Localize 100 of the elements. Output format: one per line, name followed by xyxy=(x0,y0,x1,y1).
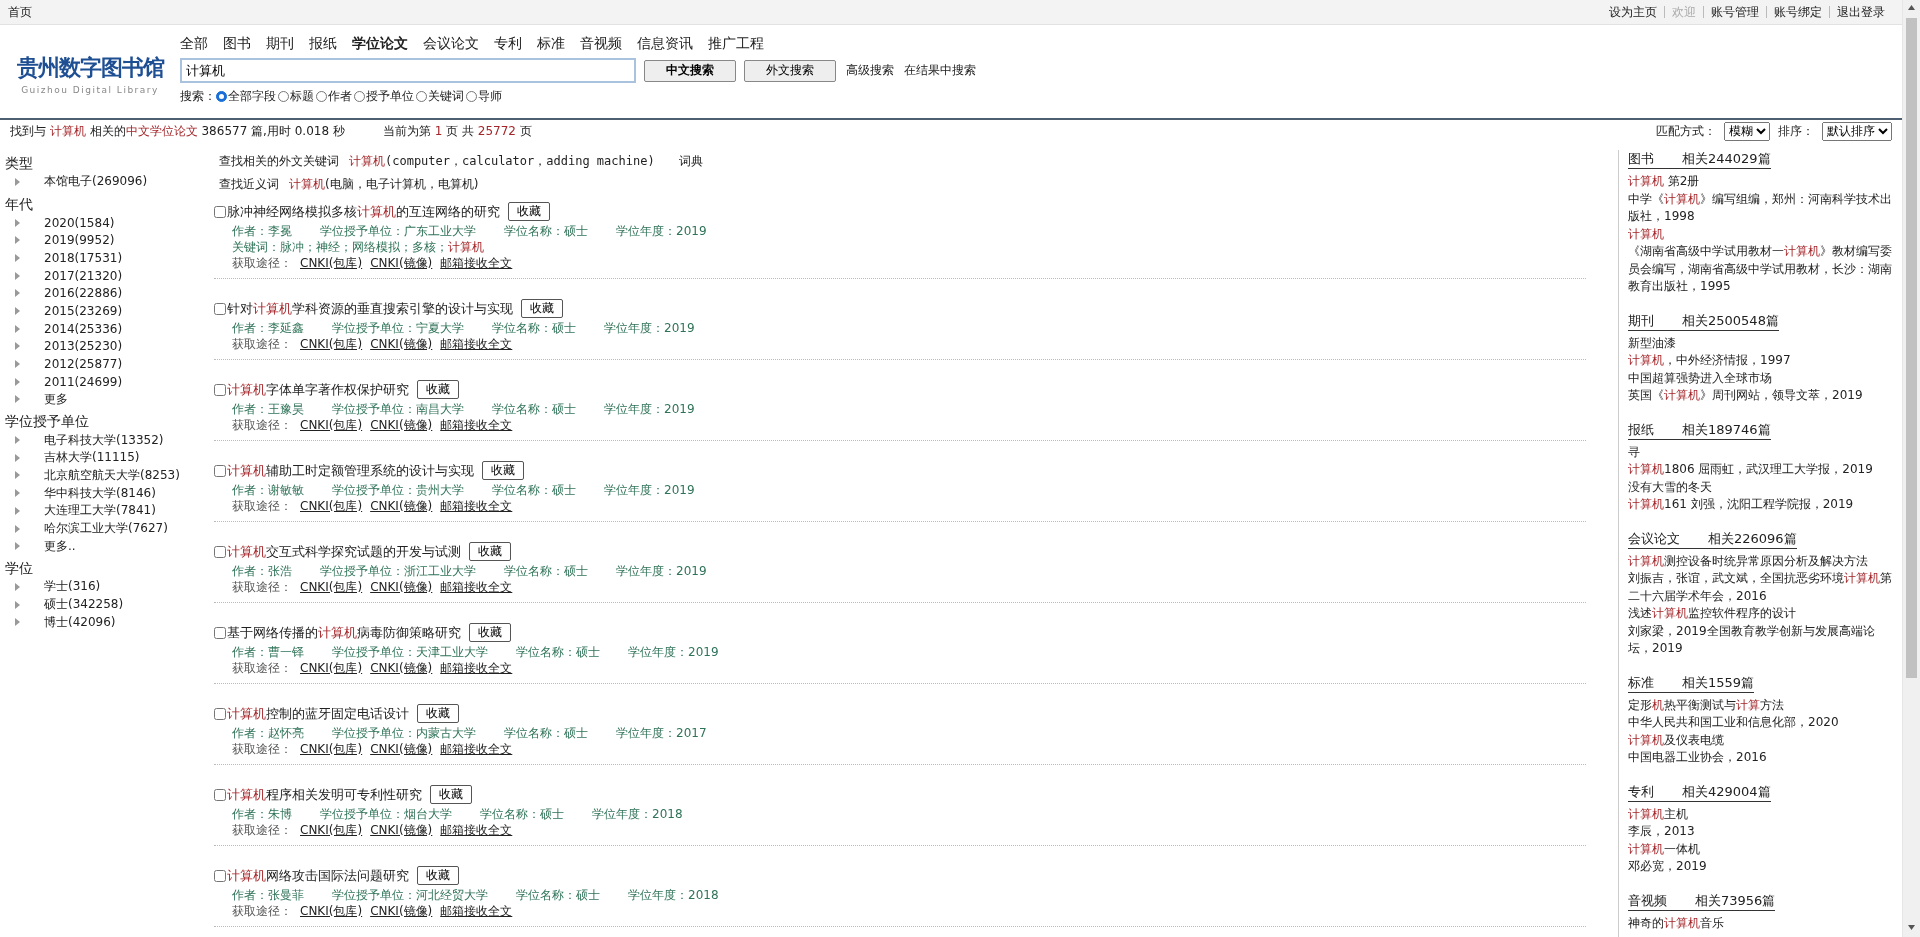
category-tab[interactable]: 全部 xyxy=(180,35,208,53)
access-link[interactable]: CNKI(镜像) xyxy=(370,336,433,353)
related-heading[interactable]: 报纸 相关189746篇 xyxy=(1628,420,1771,440)
facet-item[interactable]: 北京航空航天大学(8253) xyxy=(44,466,180,484)
facet-item[interactable]: 2011(24699) xyxy=(44,374,123,389)
collect-button[interactable]: 收藏 xyxy=(482,461,524,480)
result-checkbox[interactable] xyxy=(214,464,226,477)
collect-button[interactable]: 收藏 xyxy=(417,704,459,723)
facet-item[interactable]: 2018(17531) xyxy=(44,250,123,265)
keyword-link[interactable]: 计算机 xyxy=(349,154,385,168)
field-radio[interactable] xyxy=(354,91,365,102)
keyword-link[interactable]: 计算机 xyxy=(289,177,325,191)
collect-button[interactable]: 收藏 xyxy=(508,202,550,221)
access-link[interactable]: CNKI(镜像) xyxy=(370,822,433,839)
collect-button[interactable]: 收藏 xyxy=(469,623,511,642)
result-title[interactable]: 基于网络传播的计算机病毒防御策略研究 xyxy=(227,623,461,642)
collect-button[interactable]: 收藏 xyxy=(469,542,511,561)
access-link[interactable]: CNKI(包库) xyxy=(300,498,363,515)
result-checkbox[interactable] xyxy=(214,707,226,720)
access-link[interactable]: 邮箱接收全文 xyxy=(440,498,513,515)
collect-button[interactable]: 收藏 xyxy=(417,380,459,399)
facet-item[interactable]: 更多.. xyxy=(44,537,76,555)
facet-item[interactable]: 大连理工大学(7841) xyxy=(44,502,156,520)
field-radio[interactable] xyxy=(216,91,227,102)
category-tab[interactable]: 学位论文 xyxy=(352,35,408,53)
top-link[interactable]: 退出登录 xyxy=(1829,6,1892,18)
result-checkbox[interactable] xyxy=(214,383,226,396)
access-link[interactable]: CNKI(镜像) xyxy=(370,417,433,434)
search-button[interactable]: 外文搜索 xyxy=(744,59,836,82)
category-tab[interactable]: 图书 xyxy=(223,35,251,53)
facet-item[interactable]: 吉林大学(11115) xyxy=(44,449,140,467)
category-tab[interactable]: 专利 xyxy=(494,35,522,53)
search-link[interactable]: 在结果中搜索 xyxy=(904,62,976,79)
field-radio[interactable] xyxy=(278,91,289,102)
facet-item[interactable]: 更多 xyxy=(44,390,68,408)
category-tab[interactable]: 报纸 xyxy=(309,35,337,53)
facet-item[interactable]: 本馆电子(269096) xyxy=(44,173,148,191)
related-heading[interactable]: 音视频 相关73956篇 xyxy=(1628,891,1776,911)
access-link[interactable]: CNKI(包库) xyxy=(300,255,363,272)
facet-item[interactable]: 2019(9952) xyxy=(44,233,115,248)
result-title[interactable]: 计算机交互式科学探究试题的开发与试测 xyxy=(227,542,461,561)
access-link[interactable]: CNKI(镜像) xyxy=(370,579,433,596)
result-title[interactable]: 针对计算机学科资源的垂直搜索引擎的设计与实现 xyxy=(227,299,513,318)
related-heading[interactable]: 标准 相关1559篇 xyxy=(1628,673,1755,693)
result-title[interactable]: 计算机程序相关发明可专利性研究 xyxy=(227,785,422,804)
result-title[interactable]: 脉冲神经网络模拟多核计算机的互连网络的研究 xyxy=(227,202,500,221)
access-link[interactable]: CNKI(镜像) xyxy=(370,498,433,515)
category-tab[interactable]: 信息资讯 xyxy=(637,35,693,53)
category-tab[interactable]: 推广工程 xyxy=(708,35,764,53)
access-link[interactable]: 邮箱接收全文 xyxy=(440,417,513,434)
facet-item[interactable]: 硕士(342258) xyxy=(44,596,124,614)
access-link[interactable]: CNKI(镜像) xyxy=(370,255,433,272)
access-link[interactable]: CNKI(包库) xyxy=(300,579,363,596)
sort-select[interactable]: 默认排序 xyxy=(1822,121,1892,141)
access-link[interactable]: CNKI(包库) xyxy=(300,417,363,434)
field-radio[interactable] xyxy=(466,91,477,102)
result-checkbox[interactable] xyxy=(214,788,226,801)
facet-item[interactable]: 学士(316) xyxy=(44,578,101,596)
facet-item[interactable]: 电子科技大学(13352) xyxy=(44,431,164,449)
top-link[interactable]: 设为主页 xyxy=(1602,6,1664,18)
result-title[interactable]: 计算机控制的蓝牙固定电话设计 xyxy=(227,704,409,723)
field-radio[interactable] xyxy=(316,91,327,102)
access-link[interactable]: CNKI(包库) xyxy=(300,903,363,920)
category-tab[interactable]: 音视频 xyxy=(580,35,622,53)
related-heading[interactable]: 专利 相关429004篇 xyxy=(1628,782,1771,802)
dictionary-link[interactable]: 词典 xyxy=(678,150,703,173)
result-checkbox[interactable] xyxy=(214,205,226,218)
related-heading[interactable]: 会议论文 相关226096篇 xyxy=(1628,529,1797,549)
facet-item[interactable]: 2020(1584) xyxy=(44,215,115,230)
access-link[interactable]: 邮箱接收全文 xyxy=(440,579,513,596)
facet-item[interactable]: 博士(42096) xyxy=(44,613,116,631)
facet-item[interactable]: 2017(21320) xyxy=(44,268,123,283)
access-link[interactable]: CNKI(包库) xyxy=(300,822,363,839)
match-select[interactable]: 模糊 xyxy=(1724,121,1770,141)
collect-button[interactable]: 收藏 xyxy=(417,866,459,885)
access-link[interactable]: 邮箱接收全文 xyxy=(440,903,513,920)
top-link[interactable]: 账号绑定 xyxy=(1766,6,1829,18)
result-checkbox[interactable] xyxy=(214,869,226,882)
result-title[interactable]: 计算机辅助工时定额管理系统的设计与实现 xyxy=(227,461,474,480)
search-button[interactable]: 中文搜索 xyxy=(644,59,736,82)
access-link[interactable]: 邮箱接收全文 xyxy=(440,255,513,272)
facet-item[interactable]: 2015(23269) xyxy=(44,303,123,318)
access-link[interactable]: 邮箱接收全文 xyxy=(440,660,513,677)
collect-button[interactable]: 收藏 xyxy=(521,299,563,318)
search-link[interactable]: 高级搜索 xyxy=(846,62,894,79)
access-link[interactable]: 邮箱接收全文 xyxy=(440,741,513,758)
search-field[interactable]: 计算机 xyxy=(180,58,636,83)
access-link[interactable]: 邮箱接收全文 xyxy=(440,336,513,353)
related-heading[interactable]: 期刊 相关2500548篇 xyxy=(1628,311,1779,331)
home-link[interactable]: 首页 xyxy=(8,3,32,21)
category-tab[interactable]: 期刊 xyxy=(266,35,294,53)
facet-item[interactable]: 2013(25230) xyxy=(44,339,123,354)
access-link[interactable]: CNKI(包库) xyxy=(300,741,363,758)
result-checkbox[interactable] xyxy=(214,626,226,639)
result-checkbox[interactable] xyxy=(214,302,226,315)
access-link[interactable]: 邮箱接收全文 xyxy=(440,822,513,839)
scrollbar[interactable] xyxy=(1902,0,1920,937)
collect-button[interactable]: 收藏 xyxy=(430,785,472,804)
access-link[interactable]: CNKI(镜像) xyxy=(370,660,433,677)
access-link[interactable]: CNKI(包库) xyxy=(300,660,363,677)
